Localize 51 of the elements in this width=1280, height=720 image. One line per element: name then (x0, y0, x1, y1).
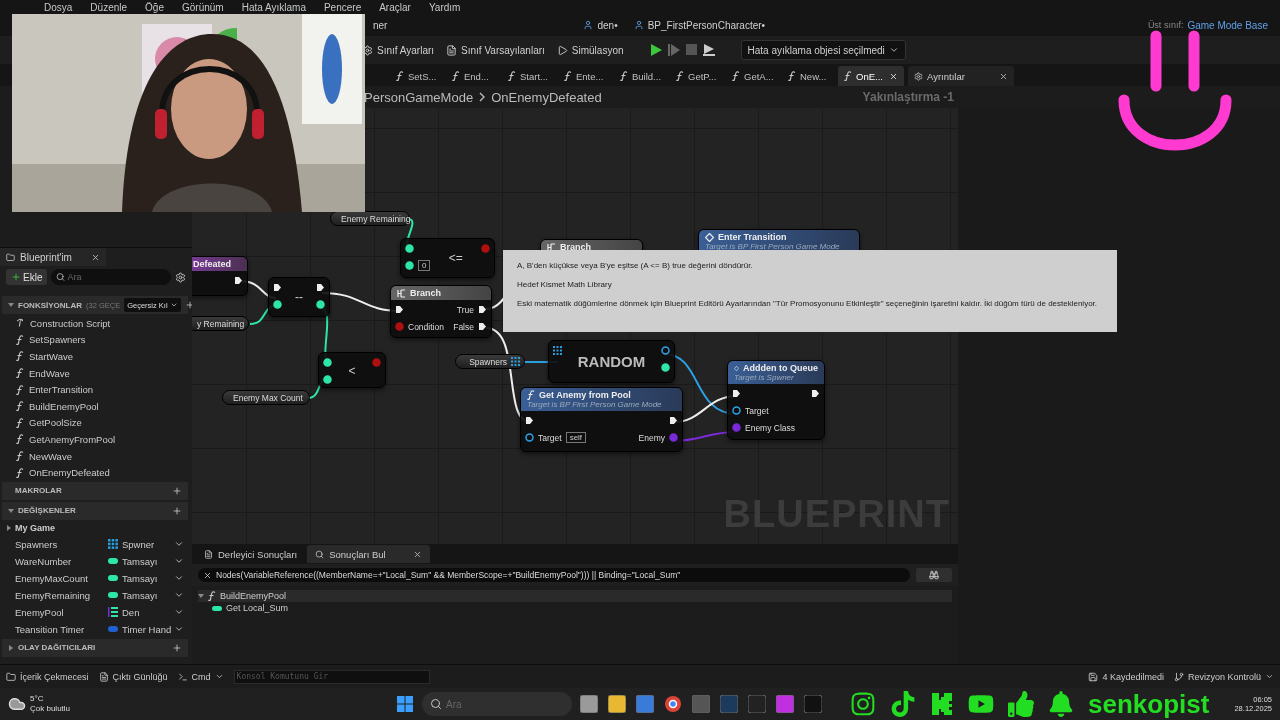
node-title: Defeated (193, 259, 232, 269)
node-title: Enter Transition (705, 232, 853, 242)
node-subtitle: Target is BP First Person Game Mode (705, 242, 841, 251)
pin-label: False (453, 321, 474, 332)
pin-label: Target (745, 405, 769, 416)
variable-name: WareNumber (15, 555, 73, 567)
zoom-level: Yakınlaştırma -1 (862, 90, 954, 104)
node-title: Addden to Queue (734, 363, 818, 373)
pin-label: Target (538, 432, 562, 443)
variable-name: Teansition Timer (15, 623, 86, 635)
channel-name: senkopist (1088, 688, 1210, 720)
node-title: Enemy Max Count (233, 392, 303, 403)
node-subtitle: Target is Spwner (734, 373, 795, 382)
operator-symbol: <= (448, 251, 463, 265)
operator-symbol: -- (295, 290, 303, 304)
pin-label: Condition (408, 321, 444, 332)
section-title: OLAY DAĞITICILARI (18, 643, 96, 653)
temperature: 5°C (30, 694, 45, 704)
variable-name: EnemyRemaining (15, 589, 91, 601)
variable-name: Spawners (15, 538, 59, 550)
pin-label: Enemy Class (745, 422, 796, 433)
node-title: Enemy Remaining (341, 213, 411, 224)
tooltip-text: Eski matematik düğümlerine dönmek için Blueprint Editörü Ayarlarından "Tür Promosyonunu Etkinleştir" seçeneğinin işaretini kaldır. İki düğüm türü de destekleniyor. (517, 299, 1099, 309)
node-title: Spawners (468, 356, 507, 367)
node-subtitle: Target is BP First Person Game Mode (527, 400, 663, 409)
section-title: FONKSİYONLAR (18, 300, 82, 310)
result-label: BuildEnemyPool (220, 591, 287, 601)
node-title: Get Anemy from Pool (527, 390, 676, 400)
tooltip-text: A, B'den küçükse veya B'ye eşitse (A <= B) true değerini döndürür. (517, 261, 754, 271)
variable-type: Den (122, 606, 140, 618)
section-title: MAKROLAR (14, 486, 62, 496)
variable-name: EnemyPool (15, 606, 65, 618)
result-label: Get Local_Sum (226, 603, 289, 613)
node-title: Branch (397, 288, 485, 298)
weather-text: Çok bulutlu (30, 704, 71, 714)
pin-label: Enemy (638, 432, 665, 443)
variable-type: Tamsayı (122, 572, 158, 584)
variable-type: Tamsayı (122, 555, 158, 567)
variable-type: Tamsayı (122, 589, 158, 601)
node-title: Branch (547, 242, 636, 252)
variable-name: EnemyMaxCount (15, 572, 89, 584)
node-title: RANDOM (577, 353, 646, 370)
pin-label: True (456, 304, 474, 315)
category-label: My Game (15, 523, 56, 534)
tooltip-text: Hedef Kismet Math Library (517, 280, 613, 290)
operator-symbol: < (348, 364, 356, 378)
section-title: DEĞİŞKENLER (18, 506, 76, 516)
variable-type: Timer Hand (122, 623, 172, 635)
node-title: y Remaining (197, 318, 245, 329)
variable-type: Spwner (122, 538, 155, 550)
parent-class-label: Üst sınıf: (1147, 20, 1184, 30)
